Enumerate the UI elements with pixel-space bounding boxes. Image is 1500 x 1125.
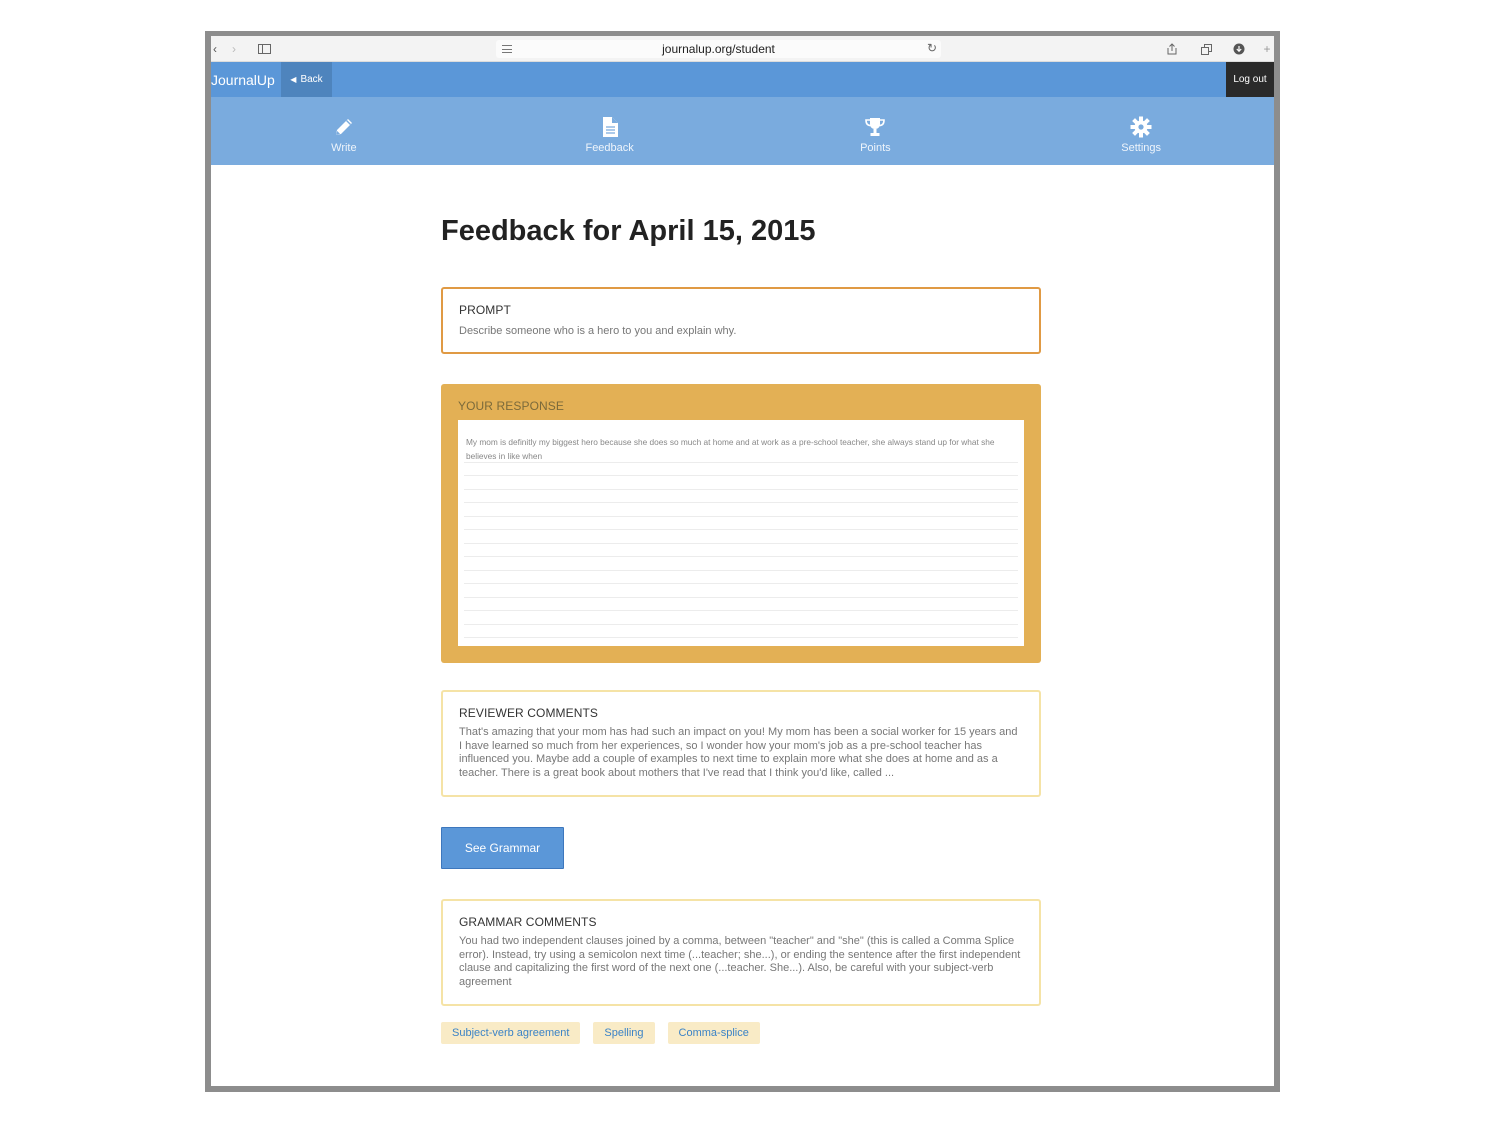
prompt-text: Describe someone who is a hero to you an… <box>459 325 737 337</box>
reviewer-comments-card: REVIEWER COMMENTS That's amazing that yo… <box>441 690 1041 797</box>
logout-button[interactable]: Log out <box>1226 62 1274 97</box>
prompt-heading: PROMPT <box>459 303 511 317</box>
response-heading: YOUR RESPONSE <box>458 399 564 413</box>
reviewer-text: That's amazing that your mom has had suc… <box>459 726 1018 779</box>
document-icon <box>602 116 618 137</box>
tab-write[interactable]: Write <box>211 97 477 165</box>
caret-left-icon: ◀ <box>290 75 297 84</box>
grammar-text: You had two independent clauses joined b… <box>459 935 1021 988</box>
brand-logo[interactable]: JournalUp <box>211 72 275 88</box>
gear-icon <box>1130 116 1152 137</box>
grammar-heading: GRAMMAR COMMENTS <box>459 915 597 929</box>
tag-spelling[interactable]: Spelling <box>593 1022 655 1044</box>
tab-points[interactable]: Points <box>743 97 1009 165</box>
back-button-label: Back <box>300 74 323 85</box>
tag-subject-verb-agreement[interactable]: Subject-verb agreement <box>441 1022 581 1044</box>
tab-feedback[interactable]: Feedback <box>477 97 743 165</box>
page-title: Feedback for April 15, 2015 <box>441 215 816 247</box>
grammar-comments-card: GRAMMAR COMMENTS You had two independent… <box>441 899 1041 1006</box>
new-tab-icon[interactable]: + <box>1261 41 1273 57</box>
browser-toolbar: ‹ › journalup.org/student ↻ + <box>211 36 1274 62</box>
tab-settings-label: Settings <box>1121 141 1161 154</box>
address-bar[interactable]: journalup.org/student ↻ <box>496 40 941 58</box>
response-card: YOUR RESPONSE My mom is definitly my big… <box>441 384 1041 663</box>
tab-feedback-label: Feedback <box>585 141 634 154</box>
pencil-icon <box>335 118 352 135</box>
grammar-tags: Subject-verb agreement Spelling Comma-sp… <box>441 1022 760 1044</box>
see-grammar-button[interactable]: See Grammar <box>441 827 564 869</box>
tab-settings[interactable]: Settings <box>1008 97 1274 165</box>
main-nav: Write Feedback Points Settings <box>211 97 1274 165</box>
sidebar-toggle-icon[interactable] <box>257 41 271 57</box>
trophy-icon <box>865 117 886 136</box>
download-icon[interactable] <box>1232 41 1246 57</box>
reload-icon[interactable]: ↻ <box>927 41 937 55</box>
share-icon[interactable] <box>1165 41 1179 57</box>
tag-comma-splice[interactable]: Comma-splice <box>667 1022 760 1044</box>
browser-window: ‹ › journalup.org/student ↻ + JournalUp … <box>205 31 1280 1092</box>
url-text: journalup.org/student <box>662 42 775 56</box>
browser-forward-icon[interactable]: › <box>229 41 239 57</box>
response-textarea[interactable]: My mom is definitly my biggest hero beca… <box>458 420 1024 646</box>
app-header: JournalUp ◀ Back Log out <box>211 62 1274 97</box>
back-button[interactable]: ◀ Back <box>281 62 332 97</box>
browser-back-icon[interactable]: ‹ <box>211 41 219 57</box>
tabs-overview-icon[interactable] <box>1199 41 1213 57</box>
tab-points-label: Points <box>860 141 891 154</box>
response-text: My mom is definitly my biggest hero beca… <box>466 437 995 461</box>
tab-write-label: Write <box>331 141 357 154</box>
prompt-card: PROMPT Describe someone who is a hero to… <box>441 287 1041 354</box>
reviewer-heading: REVIEWER COMMENTS <box>459 706 599 720</box>
